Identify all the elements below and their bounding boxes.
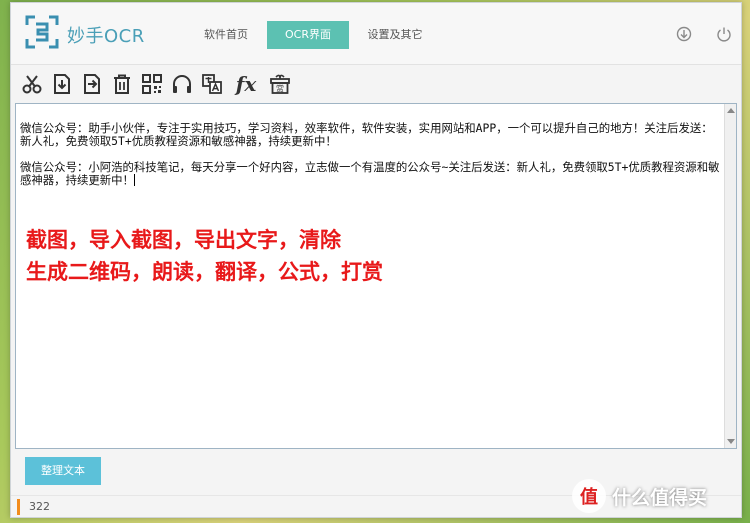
watermark-logo: 值: [572, 479, 606, 513]
title-bar: 妙手OCR 软件首页 OCR界面 设置及其它: [11, 3, 741, 65]
gift-label: 赏: [276, 84, 284, 94]
minimize-icon[interactable]: [675, 25, 693, 43]
ocr-text[interactable]: 微信公众号：助手小伙伴，专注于实用技巧，学习资料，效率软件，软件安装，实用网站和…: [20, 122, 720, 187]
export-icon: [84, 74, 100, 94]
scissors-icon: [22, 75, 42, 94]
reward-button[interactable]: 赏: [267, 71, 293, 97]
toolbar: fx 赏: [11, 67, 741, 103]
ocr-result-textarea[interactable]: 微信公众号：助手小伙伴，专注于实用技巧，学习资料，效率软件，软件安装，实用网站和…: [15, 103, 737, 449]
qrcode-icon: [142, 74, 162, 94]
tab-settings[interactable]: 设置及其它: [355, 21, 435, 49]
headphones-icon: [173, 75, 191, 93]
power-close-icon[interactable]: [715, 25, 733, 43]
watermark: 值 什么值得买: [572, 478, 707, 514]
clear-button[interactable]: [109, 71, 135, 97]
status-accent: [17, 499, 20, 515]
scroll-up-icon[interactable]: [727, 108, 735, 113]
annotation-line-1: 截图，导入截图，导出文字，清除: [26, 228, 341, 252]
formula-button[interactable]: fx: [231, 71, 261, 97]
trash-icon: [114, 74, 130, 94]
screenshot-button[interactable]: [19, 71, 45, 97]
tidy-text-button[interactable]: 整理文本: [25, 457, 101, 485]
read-aloud-button[interactable]: [169, 71, 195, 97]
text-caret: [133, 174, 135, 186]
ocr-paragraph-1: 微信公众号：助手小伙伴，专注于实用技巧，学习资料，效率软件，软件安装，实用网站和…: [20, 121, 713, 148]
translate-icon: [202, 74, 222, 94]
app-window: 妙手OCR 软件首页 OCR界面 设置及其它 fx 赏 微信公众号：助手小伙伴，…: [10, 2, 742, 518]
app-logo-icon: [25, 15, 59, 49]
export-button[interactable]: [79, 71, 105, 97]
annotation-line-2: 生成二维码，朗读，翻译，公式，打赏: [26, 260, 383, 284]
formula-icon: fx: [235, 72, 257, 96]
qrcode-button[interactable]: [139, 71, 165, 97]
vertical-scrollbar[interactable]: [724, 104, 736, 448]
ocr-paragraph-2-text: 微信公众号：小阿浩的科技笔记，每天分享一个好内容，立志做一个有温度的公众号~关注…: [20, 160, 720, 187]
character-count: 322: [29, 500, 50, 513]
translate-button[interactable]: [199, 71, 225, 97]
import-button[interactable]: [49, 71, 75, 97]
import-icon: [54, 74, 70, 94]
ocr-paragraph-2: 微信公众号：小阿浩的科技笔记，每天分享一个好内容，立志做一个有温度的公众号~关注…: [20, 161, 720, 187]
watermark-text: 什么值得买: [612, 486, 708, 509]
app-title: 妙手OCR: [67, 26, 145, 47]
scroll-down-icon[interactable]: [727, 439, 735, 444]
gift-icon: 赏: [270, 74, 290, 94]
tab-home[interactable]: 软件首页: [187, 21, 265, 49]
tab-ocr[interactable]: OCR界面: [267, 21, 349, 49]
